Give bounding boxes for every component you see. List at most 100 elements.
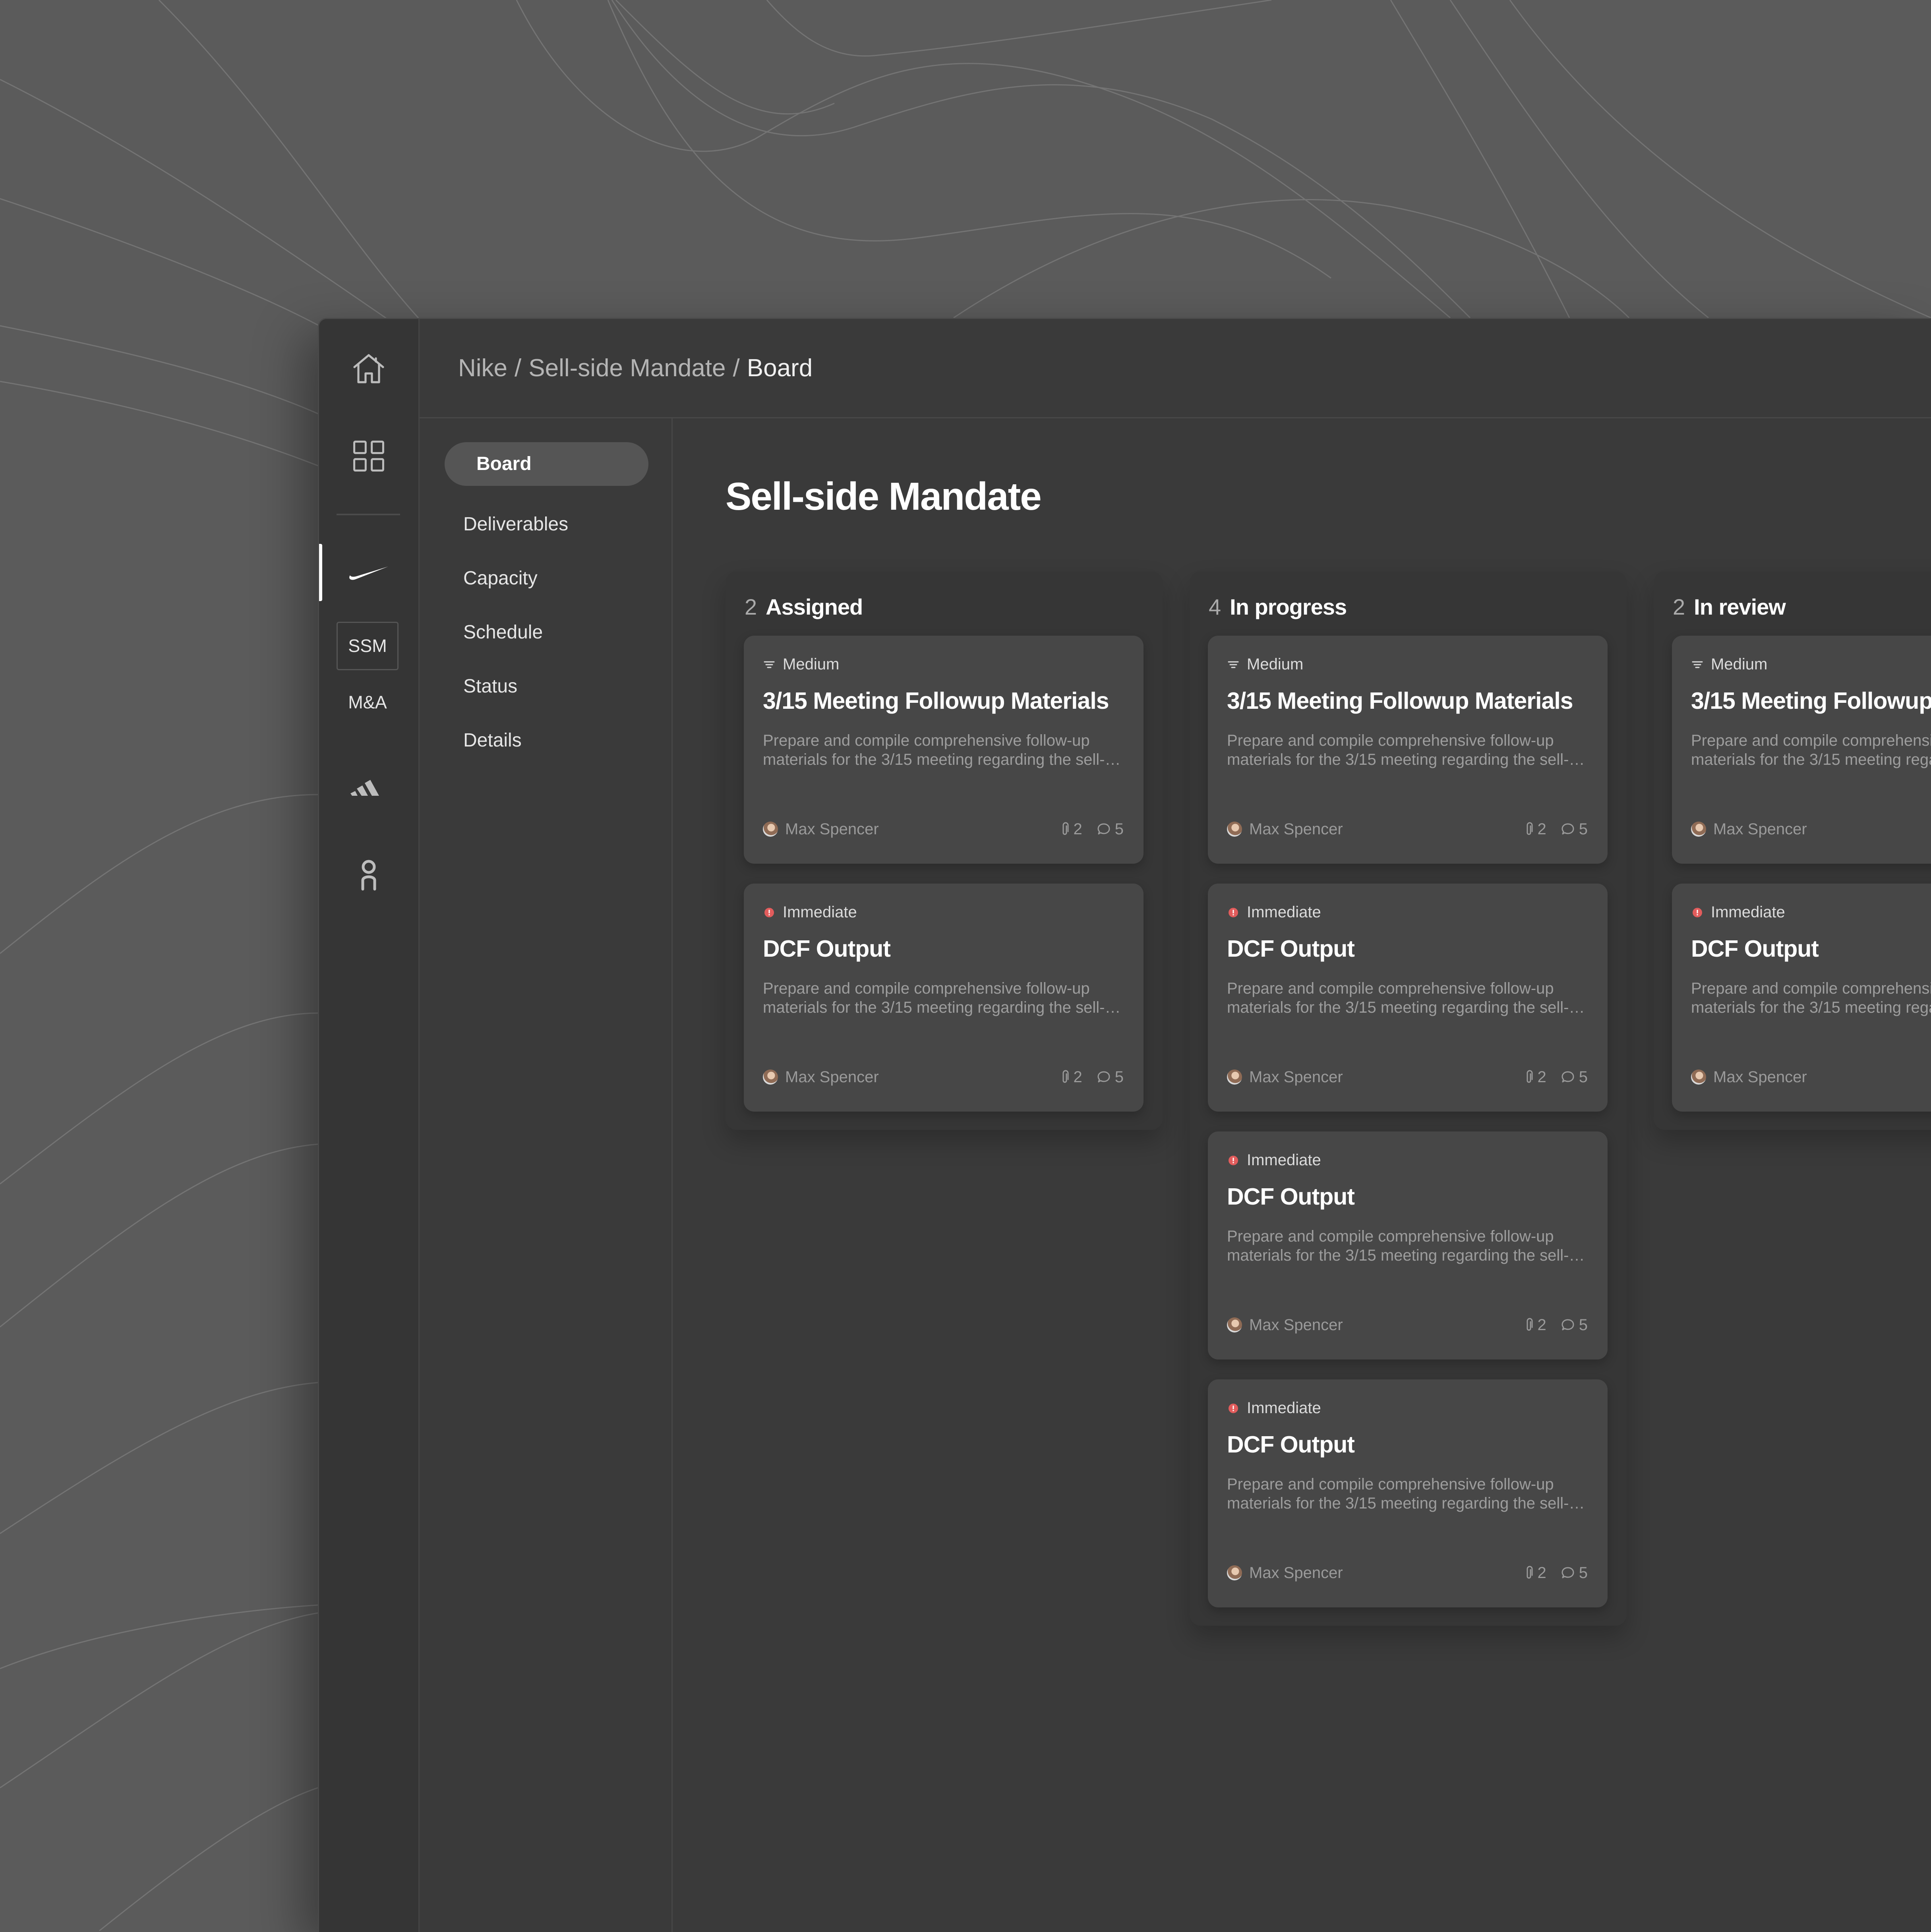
attachment-count: 2 [1537, 820, 1546, 838]
nav-item-status[interactable]: Status [463, 677, 517, 696]
card-title: 3/15 Meeting Followup Materials [763, 688, 1109, 714]
attachments[interactable]: 2 [1524, 820, 1546, 838]
priority-label: Immediate [1247, 903, 1321, 921]
comments[interactable]: 5 [1561, 820, 1588, 838]
column-count: 2 [745, 594, 757, 619]
breadcrumb: Nike / Sell-side Mandate / Board [420, 319, 1931, 418]
assignee-name: Max Spencer [1713, 1068, 1807, 1086]
priority-badge: Immediate [763, 903, 857, 921]
grid-icon [350, 438, 387, 474]
assignee-name: Max Spencer [1249, 1316, 1343, 1334]
client-adidas-button[interactable] [319, 764, 418, 808]
attachment-count: 2 [1537, 1316, 1546, 1334]
paperclip-icon [1062, 822, 1068, 835]
card-description: Prepare and compile comprehensive follow… [1691, 980, 1931, 1016]
attachments[interactable]: 2 [1524, 1068, 1546, 1086]
card-title: DCF Output [1227, 1431, 1355, 1458]
priority-bars-icon [763, 658, 776, 671]
comment-icon [1561, 1319, 1574, 1331]
comment-icon [1561, 823, 1574, 835]
card-footer: Max Spencer25 [1227, 819, 1588, 839]
project-tag-ma[interactable]: M&A [337, 678, 399, 727]
priority-badge: Immediate [1691, 903, 1785, 921]
board-column: 4 In progress Medium 3/15 Meeting Followup … [1190, 571, 1627, 1626]
nav-item-capacity[interactable]: Capacity [463, 569, 538, 588]
comment-icon [1097, 823, 1110, 835]
nav-item-deliverables[interactable]: Deliverables [463, 515, 568, 534]
task-card[interactable]: Immediate DCF Output Prepare and compile c… [1208, 884, 1608, 1112]
card-description: Prepare and compile comprehensive follow… [1227, 1228, 1569, 1264]
assignee-name: Max Spencer [1249, 820, 1343, 838]
assignee-name: Max Spencer [1713, 820, 1807, 838]
client-on-button[interactable] [319, 853, 418, 897]
attachments[interactable]: 2 [1060, 820, 1082, 838]
card-footer: Max Spencer25 [1227, 1067, 1588, 1087]
card-meta: 25 [1046, 820, 1124, 838]
avatar [1227, 822, 1242, 837]
task-card[interactable]: Medium 3/15 Meeting Followup Materials Pre… [744, 636, 1144, 864]
home-icon [350, 350, 388, 388]
comments[interactable]: 5 [1097, 1068, 1124, 1086]
card-description: Prepare and compile comprehensive follow… [763, 980, 1105, 1016]
comment-icon [1561, 1567, 1574, 1578]
task-card[interactable]: Immediate DCF Output Prepare and compile c… [744, 884, 1144, 1112]
attachment-count: 2 [1073, 820, 1082, 838]
card-meta: 25 [1510, 1068, 1588, 1086]
alert-dot-icon [763, 906, 776, 919]
comments[interactable]: 5 [1561, 1068, 1588, 1086]
attachments[interactable]: 2 [1060, 1068, 1082, 1086]
comments[interactable]: 5 [1097, 820, 1124, 838]
assignee-name: Max Spencer [785, 1068, 879, 1086]
board-column: 2 Assigned Medium 3/15 Meeting Followup Mat… [726, 571, 1163, 1130]
priority-label: Medium [783, 656, 840, 673]
comments[interactable]: 5 [1561, 1564, 1588, 1582]
board-column: 2 In review Medium 3/15 Meeting Followup Ma… [1654, 571, 1931, 1130]
project-tag-ssm[interactable]: SSM [337, 622, 399, 670]
comment-icon [1097, 1071, 1110, 1083]
attachments[interactable]: 2 [1524, 1564, 1546, 1582]
adidas-logo-icon [349, 772, 389, 800]
task-card[interactable]: Medium 3/15 Meeting Followup Materials Pre… [1208, 636, 1608, 864]
attachments[interactable]: 2 [1524, 1316, 1546, 1334]
task-card[interactable]: Immediate DCF Output Prepare and compile c… [1208, 1131, 1608, 1360]
card-footer: Max Spencer25 [1691, 819, 1931, 839]
comments[interactable]: 5 [1561, 1316, 1588, 1334]
priority-badge: Immediate [1227, 903, 1321, 921]
column-name: Assigned [766, 594, 863, 619]
comment-count: 5 [1579, 1068, 1588, 1086]
nike-logo-icon [347, 563, 391, 583]
card-footer: Max Spencer 25 [763, 1067, 1124, 1087]
breadcrumb-project[interactable]: Sell-side Mandate [528, 354, 726, 382]
task-card[interactable]: Immediate DCF Output Prepare and compile c… [1208, 1379, 1608, 1607]
dashboard-button[interactable] [319, 434, 418, 478]
avatar [1227, 1317, 1242, 1332]
card-footer: Max Spencer 25 [1227, 1315, 1588, 1335]
priority-badge: Medium [1227, 656, 1303, 673]
task-card[interactable]: Medium 3/15 Meeting Followup Materials Pre… [1672, 636, 1931, 864]
assignee-name: Max Spencer [1249, 1564, 1343, 1582]
column-name: In progress [1230, 594, 1347, 619]
card-title: 3/15 Meeting Followup Materials [1691, 688, 1931, 714]
priority-label: Immediate [1711, 903, 1785, 921]
home-button[interactable] [319, 347, 418, 391]
nav-item-schedule[interactable]: Schedule [463, 623, 543, 642]
breadcrumb-separator: / [733, 354, 740, 382]
avatar [1691, 822, 1706, 837]
client-nike-button[interactable] [319, 549, 418, 597]
task-card[interactable]: Immediate DCF Output Prepare and compile c… [1672, 884, 1931, 1112]
card-footer: Max Spencer 25 [1227, 1563, 1588, 1583]
nav-item-board[interactable]: Board [445, 442, 648, 486]
priority-label: Medium [1247, 656, 1304, 673]
card-title: DCF Output [1691, 936, 1819, 962]
comment-count: 5 [1579, 820, 1588, 838]
breadcrumb-client[interactable]: Nike [458, 354, 507, 382]
avatar [763, 822, 778, 837]
priority-label: Immediate [783, 903, 857, 921]
priority-label: Immediate [1247, 1399, 1321, 1417]
card-description: Prepare and compile comprehensive follow… [1227, 732, 1569, 768]
priority-label: Immediate [1247, 1151, 1321, 1169]
nav-item-details[interactable]: Details [463, 731, 522, 750]
avatar [1227, 1069, 1242, 1085]
attachment-count: 2 [1537, 1564, 1546, 1582]
card-meta: 25 [1510, 820, 1588, 838]
